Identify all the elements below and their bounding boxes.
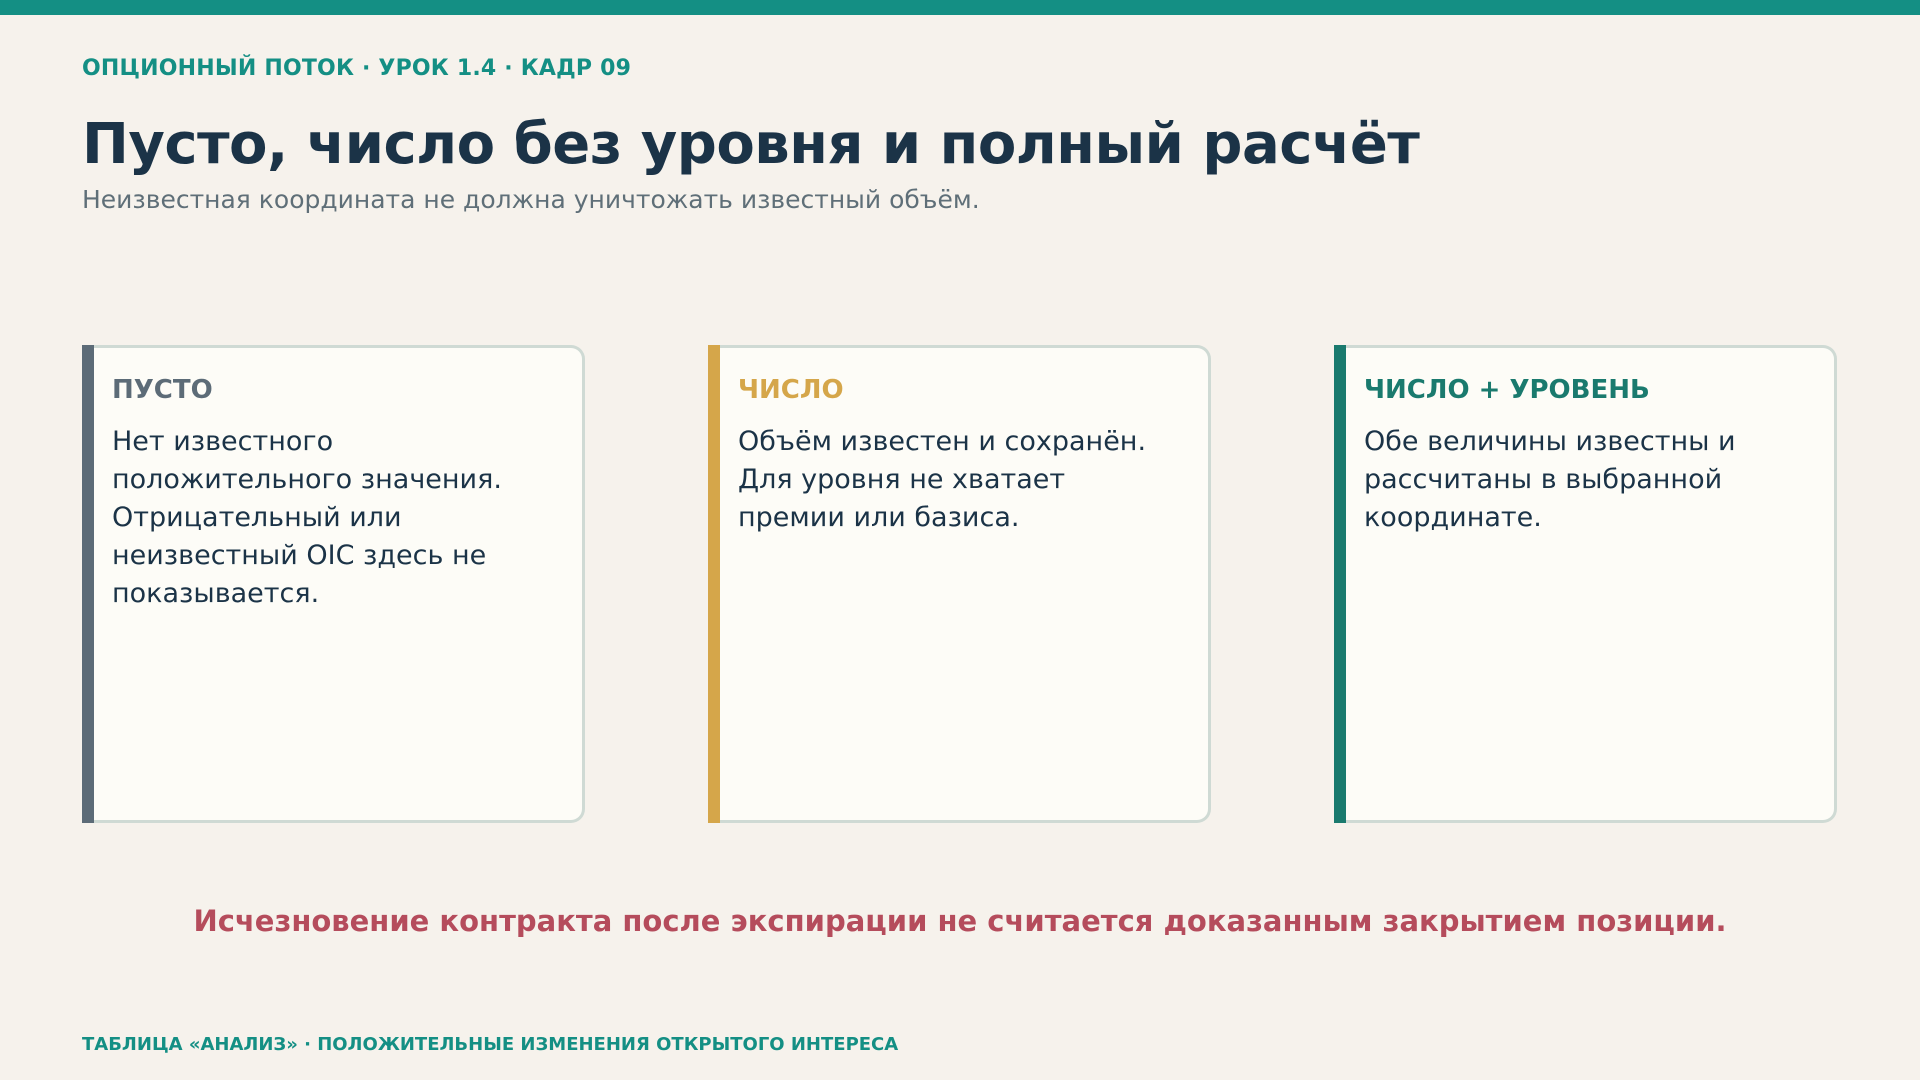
card-accent-stripe: [708, 345, 720, 823]
page-subtitle: Неизвестная координата не должна уничтож…: [82, 185, 980, 214]
card-label: ЧИСЛО + УРОВЕНЬ: [1364, 375, 1650, 405]
card-accent-stripe: [82, 345, 94, 823]
card-label: ЧИСЛО: [738, 375, 844, 405]
warning-note: Исчезновение контракта после экспирации …: [193, 904, 1727, 938]
card-label: ПУСТО: [112, 375, 213, 405]
card-number-and-level: ЧИСЛО + УРОВЕНЬ Обе величины известны и …: [1334, 345, 1837, 823]
card-empty: ПУСТО Нет известного положительного знач…: [82, 345, 585, 823]
lesson-eyebrow: ОПЦИОННЫЙ ПОТОК · УРОК 1.4 · КАДР 09: [82, 56, 632, 81]
footer-caption: ТАБЛИЦА «АНАЛИЗ» · ПОЛОЖИТЕЛЬНЫЕ ИЗМЕНЕН…: [82, 1034, 899, 1055]
card-number: ЧИСЛО Объём известен и сохранён. Для уро…: [708, 345, 1211, 823]
page-title: Пусто, число без уровня и полный расчёт: [82, 112, 1420, 177]
card-text: Объём известен и сохранён. Для уровня не…: [738, 426, 1147, 533]
top-accent-bar: [0, 0, 1920, 15]
card-text: Нет известного положительного значения. …: [112, 426, 502, 609]
card-accent-stripe: [1334, 345, 1346, 823]
card-text: Обе величины известны и рассчитаны в выб…: [1364, 426, 1736, 533]
